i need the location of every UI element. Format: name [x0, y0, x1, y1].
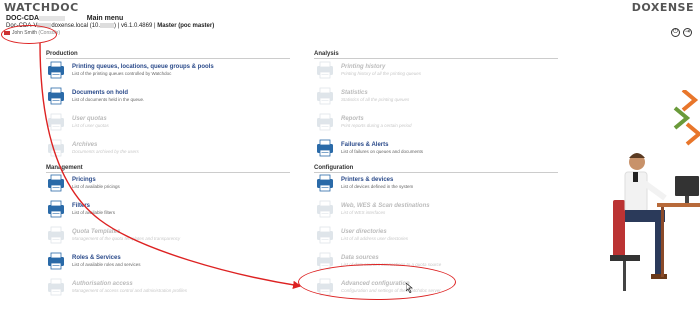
printer-icon [47, 61, 65, 79]
menu-item-title[interactable]: Printing queues, locations, queue groups… [72, 64, 214, 70]
menu-item-description: List of available filters [72, 210, 116, 215]
management-section: Management [46, 165, 290, 173]
menu-item-management: Authorisation access Management of access… [47, 278, 277, 300]
menu-item-production[interactable]: Printing queues, locations, queue groups… [47, 61, 277, 83]
menu-item-management[interactable]: Roles & Services List of available roles … [47, 252, 277, 274]
menu-item-title: Web, WES & Scan destinations [341, 203, 430, 209]
archive-icon [47, 139, 65, 157]
redacted-block [39, 15, 66, 21]
menu-item-production: User quotas List of user quotas [47, 113, 277, 135]
menu-item-title: Archives [72, 142, 98, 148]
menu-item-title: Reports [341, 116, 364, 122]
production-section: Production [46, 51, 290, 59]
menu-item-title[interactable]: Pricings [72, 177, 120, 183]
menu-item-title[interactable]: Printers & devices [341, 177, 413, 183]
menu-item-analysis: Printing history Printing history of all … [316, 61, 546, 83]
menu-item-title: Printing history [341, 64, 386, 70]
menu-item-title[interactable]: Filters [72, 203, 115, 209]
section-title: Configuration [314, 165, 558, 173]
history-icon [316, 61, 334, 79]
menu-item-configuration[interactable]: Printers & devices List of devices define… [316, 174, 546, 196]
menu-item-title[interactable]: Documents on hold [72, 90, 144, 96]
alert-printer-icon [316, 139, 334, 157]
mouse-cursor-icon [406, 283, 413, 293]
menu-item-management[interactable]: Filters List of available filters [47, 200, 277, 222]
directory-icon [316, 226, 334, 244]
menu-item-description: Printing history of all the printing que… [341, 71, 422, 76]
document-icon [47, 87, 65, 105]
menu-item-description: Documents archived by the users [72, 149, 139, 154]
header-actions: ⏻ ⇥ [668, 20, 692, 38]
menu-item-title: Data sources [341, 255, 379, 261]
power-icon[interactable]: ⏻ [671, 28, 680, 37]
configuration-section: Configuration [314, 165, 558, 173]
menu-item-title: User quotas [72, 116, 107, 122]
menu-item-title[interactable]: Failures & Alerts [341, 142, 423, 148]
quota-template-icon [47, 226, 65, 244]
statistics-icon [316, 87, 334, 105]
page-title: Main menu [86, 15, 124, 22]
menu-item-description: List of WES interfaces [341, 210, 386, 215]
menu-item-production: Archives Documents archived by the users [47, 139, 277, 161]
menu-item-analysis: Statistics Statistics of all the printing… [316, 87, 546, 109]
user-highlight-circle [1, 25, 57, 44]
section-title: Management [46, 165, 290, 173]
menu-item-title: Statistics [341, 90, 368, 96]
menu-item-description: Statistics of all the printing queues [341, 97, 410, 102]
redacted-block [100, 23, 115, 28]
menu-item-management: Quota Templates Management of the quota t… [47, 226, 277, 248]
section-title: Production [46, 51, 290, 59]
menu-item-title: Quota Templates [72, 229, 121, 235]
server-name: DOC-CDA [6, 15, 40, 22]
menu-item-title: User directories [341, 229, 387, 235]
menu-item-description: Management of the quota templates and tr… [72, 236, 181, 241]
roles-icon [47, 252, 65, 270]
reports-icon [316, 113, 334, 131]
menu-item-description: Management of access control and adminis… [72, 288, 188, 293]
menu-item-production[interactable]: Documents on hold List of documents held … [47, 87, 277, 109]
menu-item-description: List of devices defined in the system [341, 184, 414, 189]
menu-item-title[interactable]: Roles & Services [72, 255, 141, 261]
advanced-config-highlight-circle [298, 264, 456, 300]
menu-item-description: List of available pricings [72, 184, 120, 189]
host-domain: doxense.local (10. [51, 23, 101, 30]
menu-item-description: List of the printing queues controlled b… [72, 71, 172, 76]
doxense-logo: DOXENSE [631, 1, 694, 14]
office-worker-illustration [610, 90, 700, 291]
mode-label[interactable]: Master (poc master) [157, 23, 214, 29]
menu-item-description: List of documents held in the queue. [72, 97, 145, 102]
filter-icon [47, 200, 65, 218]
menu-item-analysis[interactable]: Failures & Alerts List of failures on que… [316, 139, 546, 161]
menu-item-title: Authorisation access [72, 281, 133, 287]
menu-item-description: List of available roles and services [72, 262, 141, 267]
menu-item-description: List of user quotas [72, 123, 109, 128]
printer-config-icon [316, 174, 334, 192]
access-icon [47, 278, 65, 296]
menu-item-configuration: Web, WES & Scan destinations List of WES … [316, 200, 546, 222]
user-quota-icon [47, 113, 65, 131]
menu-item-analysis: Reports Print reports during a certain pe… [316, 113, 546, 135]
menu-item-description: Print reports during a certain period [341, 123, 412, 128]
version-label: v6.1.0.4869 [120, 23, 153, 30]
logout-icon[interactable]: ⇥ [683, 28, 692, 37]
menu-item-configuration: User directories List of all address user… [316, 226, 546, 248]
top-bar: WATCHDOC DOXENSE [0, 0, 700, 14]
pricing-icon [47, 174, 65, 192]
section-title: Analysis [314, 51, 558, 59]
menu-item-description: List of failures on queues and documents [341, 149, 424, 154]
watchdoc-logo: WATCHDOC [4, 1, 79, 14]
menu-item-description: List of all address user directories [341, 236, 409, 241]
menu-item-management[interactable]: Pricings List of available pricings [47, 174, 277, 196]
web-icon [316, 200, 334, 218]
analysis-section: Analysis [314, 51, 558, 59]
